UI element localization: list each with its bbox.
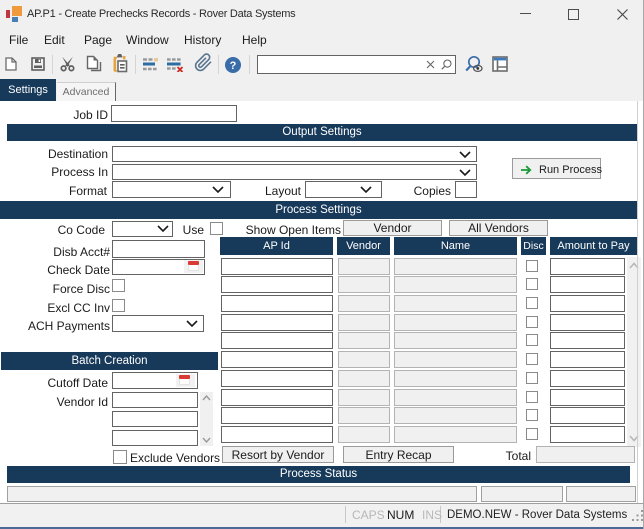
svg-text:?: ?: [230, 60, 237, 72]
